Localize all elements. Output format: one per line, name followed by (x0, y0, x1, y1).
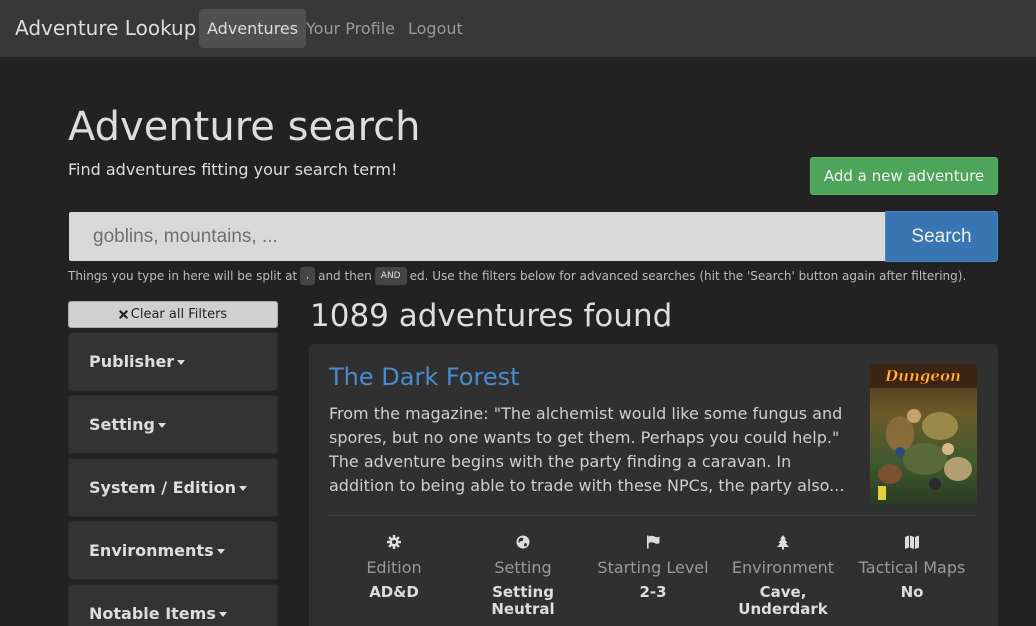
stat-value: AD&D (369, 583, 419, 601)
stat-label: Environment (731, 558, 835, 577)
flag-icon (647, 535, 660, 549)
filter-system-edition[interactable]: System / Edition (68, 458, 278, 517)
tree-icon (777, 535, 789, 550)
stat-value: Cave, Underdark (738, 583, 828, 618)
navbar: Adventure Lookup Adventures Your Profile… (0, 0, 1036, 57)
stat-tactical-maps: Tactical Maps No (847, 534, 977, 601)
nav-your-profile[interactable]: Your Profile (298, 9, 403, 48)
caret-down-icon (239, 486, 248, 491)
adventure-cover-image[interactable]: Dungeon (870, 364, 977, 505)
search-input[interactable] (69, 212, 885, 261)
hint-comma-kbd: , (300, 267, 316, 285)
filter-label: Setting (89, 415, 155, 434)
svg-text:Dungeon: Dungeon (884, 367, 961, 385)
clear-filters-label: Clear all Filters (130, 307, 228, 322)
filter-notable-items[interactable]: Notable Items (68, 584, 278, 626)
caret-down-icon (218, 612, 227, 617)
stat-value: No (900, 583, 924, 601)
add-adventure-button[interactable]: Add a new adventure (810, 157, 998, 195)
adventure-description: From the magazine: "The alchemist would … (329, 404, 845, 495)
caret-down-icon (158, 423, 166, 428)
search-button[interactable]: Search (885, 211, 998, 262)
clear-filters-button[interactable]: Clear all Filters (68, 301, 278, 328)
stat-starting-level: Starting Level 2-3 (588, 534, 718, 601)
brand-link[interactable]: Adventure Lookup (15, 16, 196, 40)
globe-icon (516, 535, 530, 549)
filter-label: Environments (89, 541, 214, 560)
map-icon (905, 535, 919, 549)
stat-edition: Edition AD&D (329, 534, 459, 601)
adventure-title-link[interactable]: The Dark Forest (329, 363, 520, 391)
nav-adventures[interactable]: Adventures (199, 9, 307, 48)
search-hint: Things you type in here will be split at… (68, 267, 966, 285)
filter-label: Publisher (89, 352, 175, 371)
stat-label: Tactical Maps (858, 558, 966, 577)
caret-down-icon (216, 549, 225, 554)
stat-environment: Environment Cave, Underdark (718, 534, 848, 618)
stat-setting: Setting Setting Neutral (458, 534, 588, 618)
stat-value: Setting Neutral (491, 583, 555, 618)
stat-label: Starting Level (597, 558, 709, 577)
caret-down-icon (177, 360, 186, 365)
results-count: 1089 adventures found (310, 298, 673, 334)
hint-and-kbd: AND (374, 267, 407, 285)
page-title: Adventure search (68, 104, 421, 150)
card-divider (329, 515, 977, 516)
adventure-card: The Dark Forest From the magazine: "The … (309, 344, 998, 626)
hint-text-3: ed. Use the filters below for advanced s… (409, 269, 967, 283)
stat-value: 2-3 (639, 583, 667, 601)
hint-text-2: and then (318, 269, 372, 283)
filter-publisher[interactable]: Publisher (68, 332, 278, 391)
filter-label: System / Edition (89, 478, 237, 497)
stat-label: Setting (494, 558, 552, 577)
hint-text-1: Things you type in here will be split at (68, 269, 298, 283)
stat-label: Edition (366, 558, 422, 577)
close-icon (119, 310, 128, 319)
filter-setting[interactable]: Setting (68, 395, 278, 454)
nav-logout[interactable]: Logout (400, 9, 471, 48)
filter-environments[interactable]: Environments (68, 521, 278, 580)
gear-icon (387, 535, 401, 549)
page-subtitle: Find adventures fitting your search term… (68, 160, 398, 179)
filter-label: Notable Items (89, 604, 216, 623)
